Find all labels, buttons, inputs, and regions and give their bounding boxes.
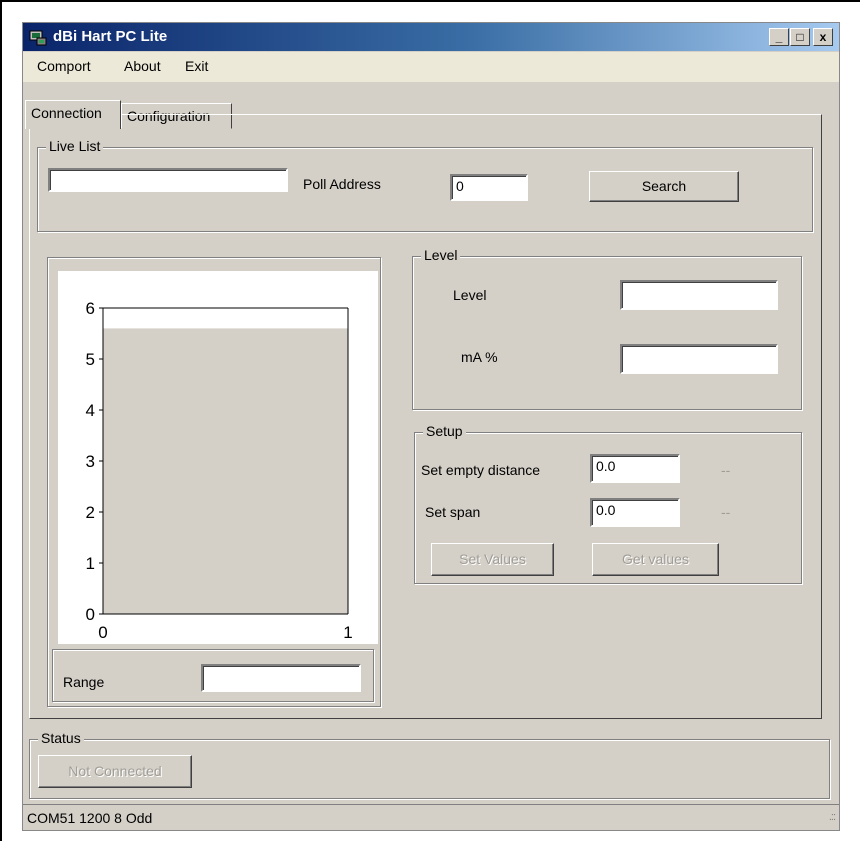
tab-connection[interactable]: Connection	[25, 100, 121, 129]
y-tick-label: 2	[86, 503, 95, 522]
poll-address-label: Poll Address	[303, 176, 381, 192]
empty-distance-unit: --	[721, 462, 731, 478]
x-tick-label: 0	[98, 623, 107, 642]
search-button[interactable]: Search	[589, 171, 739, 202]
live-list-group: Live List Poll Address 0 Search	[37, 138, 813, 232]
range-panel: Range	[47, 649, 381, 707]
ma-percent-input[interactable]	[620, 344, 778, 374]
status-bar: COM51 1200 8 Odd .::	[23, 804, 839, 830]
x-tick-label: 1	[343, 623, 352, 642]
get-values-button[interactable]: Get values	[592, 543, 719, 576]
level-chart-svg: 0 1 2 3 4 5 6 0 1	[86, 299, 353, 642]
title-bar[interactable]: dBi Hart PC Lite _ □ x	[23, 23, 839, 51]
window-title: dBi Hart PC Lite	[53, 28, 168, 45]
set-span-input[interactable]: 0.0	[590, 498, 680, 527]
y-tick-label: 3	[86, 452, 95, 471]
set-empty-distance-input[interactable]: 0.0	[590, 454, 680, 483]
live-list-title: Live List	[46, 138, 104, 154]
poll-address-input[interactable]: 0	[450, 174, 528, 201]
menu-about[interactable]: About	[124, 58, 161, 74]
level-input[interactable]	[620, 280, 778, 310]
y-tick-label: 6	[86, 299, 95, 318]
setup-group: Setup Set empty distance 0.0 -- Set span…	[414, 423, 802, 584]
set-values-button[interactable]: Set Values	[431, 543, 554, 576]
app-icon	[29, 30, 47, 46]
status-title: Status	[38, 730, 84, 746]
resize-grip-icon[interactable]: .::	[829, 811, 836, 823]
chart-bar	[103, 328, 348, 614]
ma-percent-label: mA %	[461, 349, 498, 365]
status-bar-text: COM51 1200 8 Odd	[27, 810, 153, 826]
connection-status-button[interactable]: Not Connected	[38, 755, 192, 788]
menu-exit[interactable]: Exit	[185, 58, 208, 74]
y-tick-label: 0	[86, 605, 95, 624]
maximize-button[interactable]: □	[790, 28, 810, 46]
span-unit: --	[721, 504, 731, 520]
menu-bar: Comport About Exit	[23, 52, 839, 82]
set-empty-distance-label: Set empty distance	[421, 462, 541, 478]
status-group: Status Not Connected	[29, 730, 830, 799]
close-button[interactable]: x	[813, 28, 833, 46]
minimize-button[interactable]: _	[769, 28, 789, 46]
set-span-label: Set span	[425, 504, 481, 520]
y-tick-label: 1	[86, 554, 95, 573]
level-chart: 0 1 2 3 4 5 6 0 1	[58, 271, 378, 644]
y-tick-label: 4	[86, 401, 95, 420]
app-window: dBi Hart PC Lite _ □ x Comport About Exi…	[22, 22, 840, 831]
y-tick-label: 5	[86, 350, 95, 369]
level-group-title: Level	[421, 247, 461, 263]
setup-group-title: Setup	[423, 423, 466, 439]
level-label: Level	[453, 287, 487, 303]
menu-comport[interactable]: Comport	[37, 58, 91, 74]
range-group: Range	[52, 649, 374, 702]
range-input[interactable]	[201, 664, 361, 692]
range-label: Range	[63, 674, 105, 690]
live-list-field[interactable]	[48, 168, 288, 192]
level-group: Level Level mA %	[412, 247, 802, 410]
